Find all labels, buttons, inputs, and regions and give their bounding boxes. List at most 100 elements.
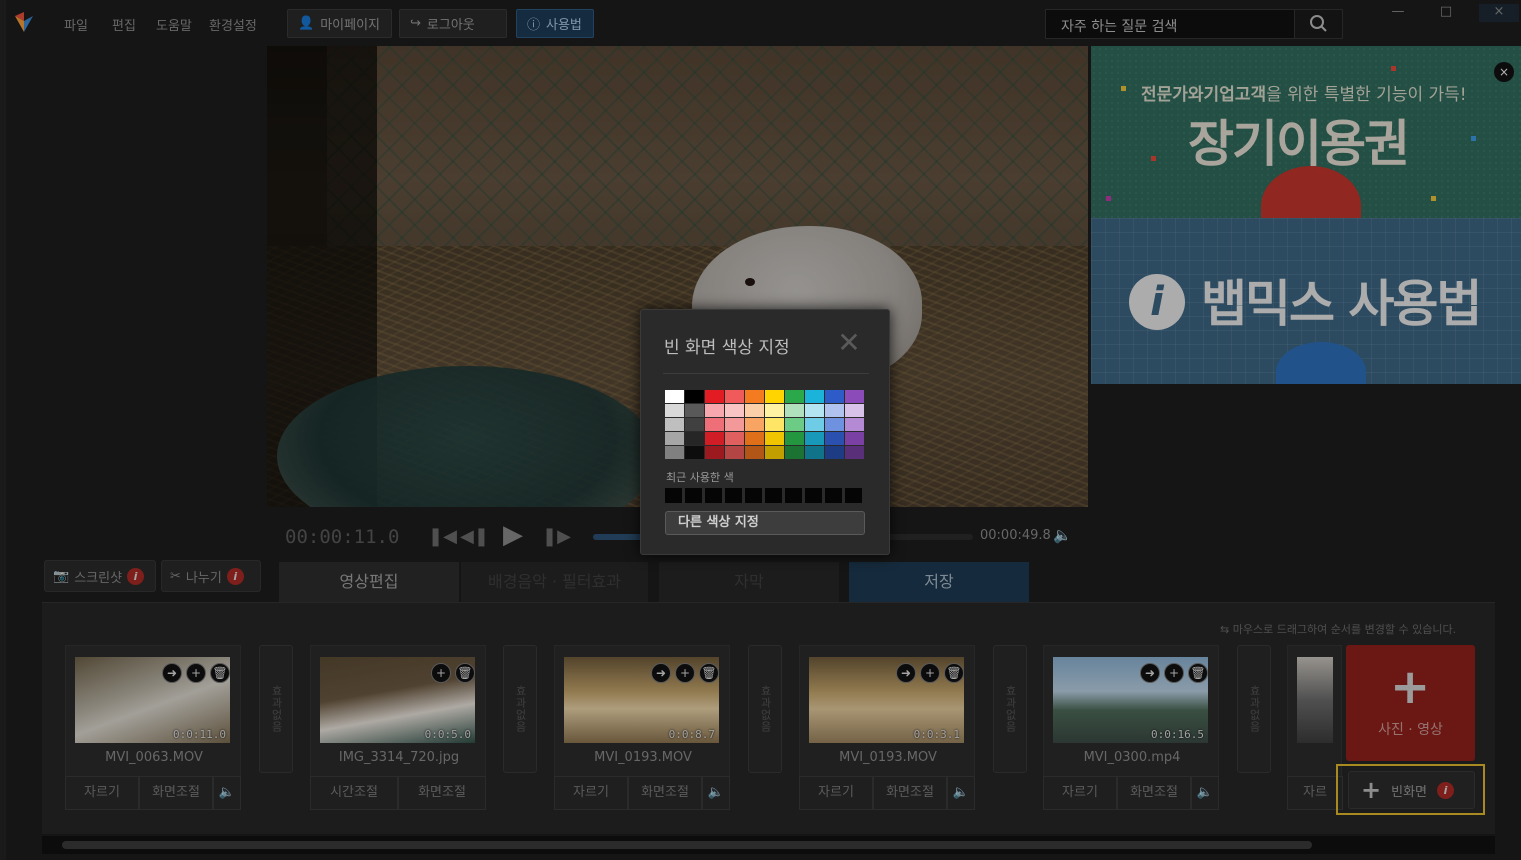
clip-volume-icon[interactable]: 🔈 bbox=[947, 776, 975, 810]
color-swatch[interactable] bbox=[765, 446, 784, 459]
color-swatch[interactable] bbox=[665, 390, 684, 403]
color-swatch[interactable] bbox=[805, 390, 824, 403]
timeline-clip-partial[interactable]: 자르 bbox=[1287, 645, 1343, 810]
add-icon[interactable]: + bbox=[186, 663, 206, 683]
howto-button[interactable]: ⓘ 사용법 bbox=[516, 9, 594, 38]
delete-icon[interactable]: 🗑 bbox=[455, 663, 475, 683]
color-swatch[interactable] bbox=[785, 432, 804, 445]
add-icon[interactable]: + bbox=[1164, 663, 1184, 683]
step-forward-icon[interactable]: ❚▶ bbox=[542, 526, 571, 547]
recent-color-swatch[interactable] bbox=[725, 488, 742, 503]
clip-thumbnail[interactable]: ➜ + 🗑 0:0:3.1 bbox=[809, 657, 964, 743]
color-swatch[interactable] bbox=[845, 418, 864, 431]
close-icon[interactable]: ✕ bbox=[833, 328, 865, 360]
color-swatch[interactable] bbox=[805, 446, 824, 459]
transition-effect-slot[interactable]: 효과없음 bbox=[503, 645, 537, 773]
clip-action-button-1[interactable]: 자르기 bbox=[1043, 776, 1117, 810]
timeline-scrollbar[interactable] bbox=[42, 836, 1495, 854]
search-button[interactable] bbox=[1294, 10, 1342, 38]
color-swatch[interactable] bbox=[725, 404, 744, 417]
other-color-button[interactable]: 다른 색상 지정 bbox=[665, 511, 865, 535]
clip-action-button-2[interactable]: 화면조절 bbox=[873, 776, 947, 810]
recent-color-swatch[interactable] bbox=[765, 488, 782, 503]
color-swatch[interactable] bbox=[765, 404, 784, 417]
clip-volume-icon[interactable]: 🔈 bbox=[702, 776, 730, 810]
color-swatch[interactable] bbox=[685, 404, 704, 417]
color-swatch[interactable] bbox=[785, 418, 804, 431]
color-swatch[interactable] bbox=[665, 404, 684, 417]
timeline-clip[interactable]: ➜ + 🗑 0:0:8.7 MVI_0193.MOV 자르기 화면조절 🔈 bbox=[554, 645, 730, 810]
color-swatch[interactable] bbox=[845, 432, 864, 445]
color-swatch[interactable] bbox=[785, 390, 804, 403]
delete-icon[interactable]: 🗑 bbox=[944, 663, 964, 683]
recent-color-swatch[interactable] bbox=[705, 488, 722, 503]
color-swatch[interactable] bbox=[685, 446, 704, 459]
color-swatch[interactable] bbox=[805, 404, 824, 417]
info-icon[interactable]: i bbox=[226, 567, 244, 585]
clip-action-button-1[interactable]: 자르기 bbox=[554, 776, 628, 810]
color-swatch[interactable] bbox=[725, 418, 744, 431]
scrollbar-thumb[interactable] bbox=[62, 841, 1312, 849]
color-swatch[interactable] bbox=[705, 418, 724, 431]
step-back-icon[interactable]: ◀❚ bbox=[460, 526, 489, 547]
delete-icon[interactable]: 🗑 bbox=[210, 663, 230, 683]
add-media-button[interactable]: + 사진 · 영상 bbox=[1346, 645, 1475, 761]
color-swatch[interactable] bbox=[785, 404, 804, 417]
speed-icon[interactable]: ➜ bbox=[1140, 663, 1160, 683]
speed-icon[interactable]: ➜ bbox=[651, 663, 671, 683]
volume-icon[interactable]: 🔈 bbox=[1053, 526, 1072, 544]
color-swatch[interactable] bbox=[725, 446, 744, 459]
color-swatch[interactable] bbox=[785, 446, 804, 459]
color-swatch[interactable] bbox=[825, 432, 844, 445]
color-swatch[interactable] bbox=[685, 418, 704, 431]
color-swatch[interactable] bbox=[805, 418, 824, 431]
color-swatch[interactable] bbox=[665, 418, 684, 431]
timeline-clip[interactable]: + 🗑 0:0:5.0 IMG_3314_720.jpg 시간조절 화면조절 bbox=[310, 645, 486, 810]
info-icon[interactable]: i bbox=[127, 567, 145, 585]
faq-search-input[interactable]: 자주 하는 질문 검색 bbox=[1045, 9, 1343, 39]
color-swatch[interactable] bbox=[825, 446, 844, 459]
color-swatch[interactable] bbox=[725, 432, 744, 445]
recent-color-swatch[interactable] bbox=[825, 488, 842, 503]
clip-action-button-2[interactable]: 화면조절 bbox=[1117, 776, 1191, 810]
minimize-button[interactable]: — bbox=[1378, 4, 1418, 22]
color-swatch[interactable] bbox=[825, 390, 844, 403]
recent-color-swatch[interactable] bbox=[665, 488, 682, 503]
clip-action-button-1[interactable]: 자르기 bbox=[65, 776, 139, 810]
ad-close-button[interactable]: × bbox=[1494, 62, 1514, 82]
clip-volume-icon[interactable]: 🔈 bbox=[1191, 776, 1219, 810]
clip-action-button-1[interactable]: 시간조절 bbox=[310, 776, 398, 810]
recent-color-swatch[interactable] bbox=[845, 488, 862, 503]
color-swatch[interactable] bbox=[745, 404, 764, 417]
color-swatch[interactable] bbox=[765, 390, 784, 403]
color-swatch[interactable] bbox=[685, 432, 704, 445]
clip-thumbnail[interactable] bbox=[1297, 657, 1333, 743]
tab-bgm-filter[interactable]: 배경음악 · 필터효과 bbox=[461, 562, 648, 602]
color-swatch[interactable] bbox=[825, 418, 844, 431]
transition-effect-slot[interactable]: 효과없음 bbox=[993, 645, 1027, 773]
clip-volume-icon[interactable]: 🔈 bbox=[213, 776, 241, 810]
speed-icon[interactable]: ➜ bbox=[896, 663, 916, 683]
ad-banner[interactable]: 전문가와기업고객을 위한 특별한 기능이 가득! 장기이용권 i 뱁믹스 사용법… bbox=[1091, 46, 1521, 384]
transition-effect-slot[interactable]: 효과없음 bbox=[1237, 645, 1271, 773]
add-icon[interactable]: + bbox=[675, 663, 695, 683]
close-window-button[interactable]: × bbox=[1479, 4, 1519, 22]
clip-action-button-2[interactable]: 화면조절 bbox=[398, 776, 486, 810]
menu-help[interactable]: 도움말 bbox=[156, 15, 192, 34]
clip-action-button-1[interactable]: 자르기 bbox=[799, 776, 873, 810]
mypage-button[interactable]: 👤 마이페이지 bbox=[287, 9, 392, 38]
recent-color-swatch[interactable] bbox=[805, 488, 822, 503]
clip-thumbnail[interactable]: ➜ + 🗑 0:0:8.7 bbox=[564, 657, 719, 743]
color-swatch[interactable] bbox=[745, 446, 764, 459]
color-swatch[interactable] bbox=[705, 390, 724, 403]
add-icon[interactable]: + bbox=[920, 663, 940, 683]
timeline-clip[interactable]: ➜ + 🗑 0:0:3.1 MVI_0193.MOV 자르기 화면조절 🔈 bbox=[799, 645, 975, 810]
info-icon[interactable]: i bbox=[1437, 781, 1454, 799]
timeline-clip[interactable]: ➜ + 🗑 0:0:16.5 MVI_0300.mp4 자르기 화면조절 🔈 bbox=[1043, 645, 1219, 810]
color-swatch[interactable] bbox=[705, 432, 724, 445]
menu-file[interactable]: 파일 bbox=[64, 15, 88, 34]
recent-color-swatch[interactable] bbox=[785, 488, 802, 503]
transition-effect-slot[interactable]: 효과없음 bbox=[748, 645, 782, 773]
skip-start-icon[interactable]: ❚◀ bbox=[428, 526, 457, 547]
color-swatch[interactable] bbox=[685, 390, 704, 403]
